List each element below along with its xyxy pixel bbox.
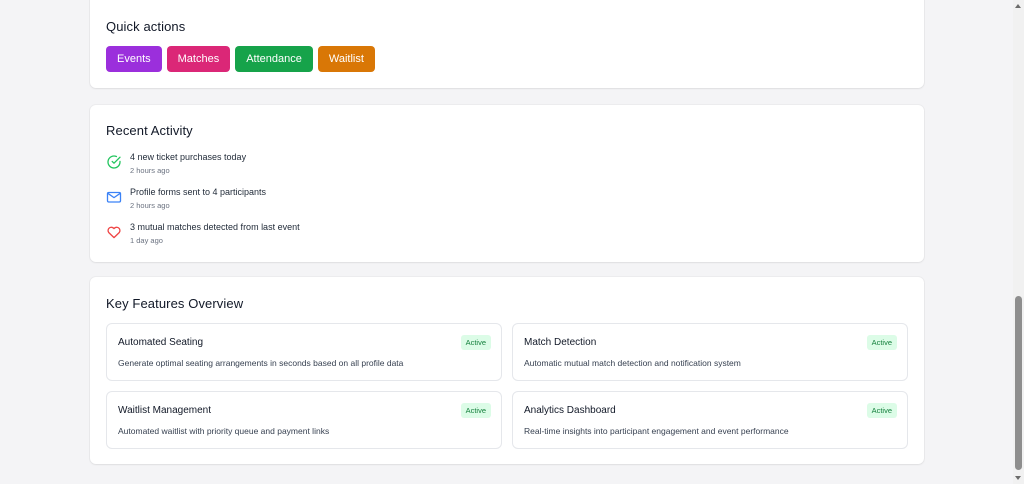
- recent-activity-card: Recent Activity 4 new ticket purchases t…: [90, 105, 924, 262]
- feature-card-match-detection: Match Detection Active Automatic mutual …: [512, 323, 908, 381]
- feature-title: Automated Seating: [118, 337, 204, 348]
- feature-description: Real-time insights into participant enga…: [524, 426, 789, 436]
- activity-time: 2 hours ago: [130, 166, 170, 175]
- activity-text: Profile forms sent to 4 participants: [130, 187, 267, 197]
- page: Quick actions Events Matches Attendance …: [0, 0, 1013, 484]
- feature-card-waitlist-management: Waitlist Management Active Automated wai…: [106, 391, 502, 449]
- activity-item: 3 mutual matches detected from last even…: [106, 221, 300, 246]
- waitlist-button[interactable]: Waitlist: [317, 46, 375, 72]
- status-badge: Active: [460, 335, 491, 350]
- feature-title: Waitlist Management: [118, 405, 211, 416]
- key-features-card: Key Features Overview Automated Seating …: [90, 277, 924, 464]
- scroll-up-arrow-icon[interactable]: [1015, 4, 1021, 8]
- key-features-title: Key Features Overview: [106, 296, 244, 311]
- attendance-button[interactable]: Attendance: [235, 46, 313, 72]
- feature-title: Match Detection: [524, 337, 597, 348]
- recent-activity-title: Recent Activity: [106, 123, 193, 138]
- feature-description: Generate optimal seating arrangements in…: [118, 358, 404, 368]
- matches-button[interactable]: Matches: [166, 46, 231, 72]
- feature-card-automated-seating: Automated Seating Active Generate optima…: [106, 323, 502, 381]
- activity-text: 3 mutual matches detected from last even…: [130, 222, 300, 232]
- status-badge: Active: [866, 335, 897, 350]
- feature-description: Automatic mutual match detection and not…: [524, 358, 741, 368]
- scroll-down-arrow-icon[interactable]: [1015, 476, 1021, 480]
- activity-item: 4 new ticket purchases today 2 hours ago: [106, 151, 246, 176]
- quick-actions-buttons: Events Matches Attendance Waitlist: [106, 46, 375, 72]
- feature-card-analytics-dashboard: Analytics Dashboard Active Real-time ins…: [512, 391, 908, 449]
- quick-actions-card: Quick actions Events Matches Attendance …: [90, 0, 924, 88]
- status-badge: Active: [866, 403, 897, 418]
- page-scrollbar[interactable]: [1013, 0, 1024, 484]
- activity-time: 2 hours ago: [130, 201, 170, 210]
- activity-time: 1 day ago: [130, 236, 163, 245]
- scrollbar-thumb[interactable]: [1015, 296, 1022, 470]
- feature-title: Analytics Dashboard: [524, 405, 616, 416]
- quick-actions-title: Quick actions: [106, 19, 186, 34]
- heart-icon: [107, 226, 121, 239]
- mail-icon: [106, 191, 122, 203]
- feature-description: Automated waitlist with priority queue a…: [118, 426, 330, 436]
- activity-item: Profile forms sent to 4 participants 2 h…: [106, 186, 266, 211]
- events-button[interactable]: Events: [106, 46, 162, 72]
- status-badge: Active: [460, 403, 491, 418]
- check-circle-icon: [107, 155, 121, 169]
- activity-text: 4 new ticket purchases today: [130, 152, 247, 162]
